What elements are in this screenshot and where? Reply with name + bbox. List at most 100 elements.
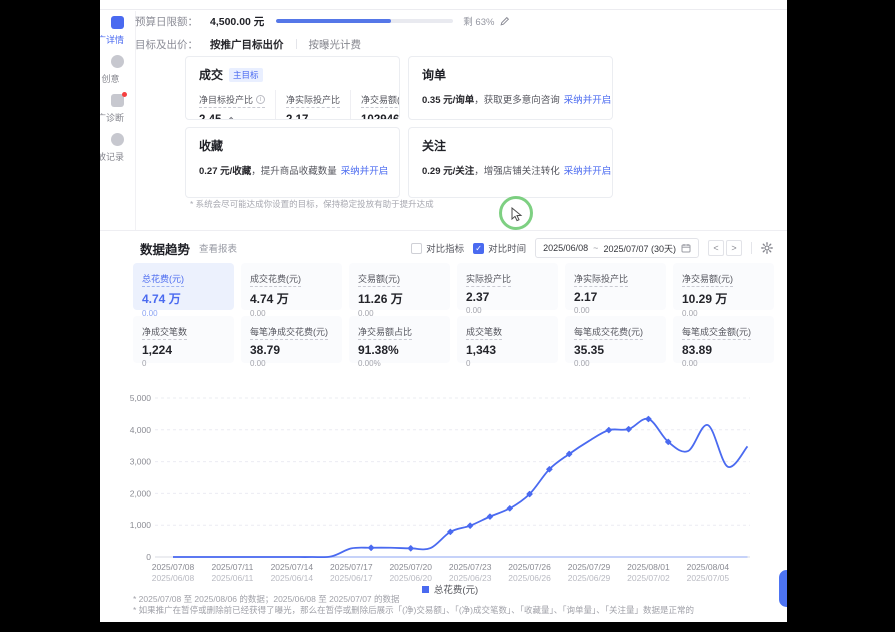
metric-value: 38.79 <box>250 343 333 357</box>
y-axis-tick: 5,000 <box>130 393 152 403</box>
y-axis-tick: 2,000 <box>130 488 152 498</box>
budget-label: 预算日限额： <box>135 14 198 29</box>
metric-compare-value: 0.00 <box>574 359 657 368</box>
data-point-marker[interactable] <box>487 513 494 520</box>
goal-card-suggestion[interactable]: 收藏0.27 元/收藏，提升商品收藏数量采纳并开启 <box>185 127 400 198</box>
metric-card[interactable]: 交易额(元)11.26 万0.00 <box>349 263 450 310</box>
view-report-link[interactable]: 查看报表 <box>199 241 237 255</box>
metric-label: 净成交笔数 <box>142 325 187 340</box>
x-axis-tick: 2025/07/20 <box>389 562 432 572</box>
metric-compare-value: 0.00 <box>250 359 333 368</box>
goal-stat: 净实际投产比2.17 <box>286 90 351 120</box>
gear-icon[interactable] <box>761 242 773 254</box>
metric-value: 2.37 <box>466 290 549 304</box>
goal-stat-value: 2.45 <box>199 114 265 120</box>
tab-bid-by-impression[interactable]: 按曝光计费 <box>309 37 362 52</box>
data-point-marker[interactable] <box>467 522 474 529</box>
x-axis-tick: 2025/08/04 <box>687 562 730 572</box>
budget-edit-icon[interactable] <box>500 16 510 26</box>
metric-label: 净实际投产比 <box>574 272 628 287</box>
sidebar-item-label: 放记录 <box>100 150 136 163</box>
metric-card[interactable]: 净交易额(元)10.29 万0.00 <box>673 263 774 310</box>
goal-card-desc: 0.35 元/询单，获取更多意向咨询采纳并开启 <box>422 92 599 106</box>
sidebar-item-diagnosis[interactable]: 广诊断 <box>100 94 136 124</box>
prev-period-button[interactable]: < <box>708 240 724 256</box>
metric-card[interactable]: 总花费(元)4.74 万0.00 <box>133 263 234 310</box>
metric-value: 4.74 万 <box>250 290 333 307</box>
data-point-marker[interactable] <box>605 427 612 434</box>
date-end: 2025/07/07 (30天) <box>603 242 676 255</box>
goal-card-suggestion[interactable]: 关注0.29 元/关注，增强店铺关注转化采纳并开启 <box>408 127 613 198</box>
calendar-icon <box>681 243 691 253</box>
date-pager: < > <box>708 240 742 256</box>
y-axis-tick: 0 <box>146 552 151 562</box>
metric-label: 每笔成交花费(元) <box>574 325 643 340</box>
goal-stat: 净交易额(元)102946.60 <box>361 90 400 120</box>
system-footnote: * 系统会尽可能达成你设置的目标，保持稳定投放有助于提升达成 <box>190 198 434 210</box>
sidebar-item-creative[interactable]: 创意 <box>100 55 136 85</box>
adopt-and-enable-link[interactable]: 采纳并开启 <box>564 95 612 106</box>
metric-value: 83.89 <box>682 343 765 357</box>
y-axis-tick: 3,000 <box>130 457 152 467</box>
edit-icon[interactable] <box>225 116 234 121</box>
budget-progress-bar <box>276 19 453 23</box>
metric-label: 交易额(元) <box>358 272 400 287</box>
goal-card-main[interactable]: 成交 主目标 净目标投产比i2.45净实际投产比2.17净交易额(元)10294… <box>185 56 400 120</box>
metric-value: 11.26 万 <box>358 290 441 307</box>
date-separator: ~ <box>593 243 598 253</box>
metric-compare-value: 0.00 <box>466 306 549 315</box>
metric-card[interactable]: 实际投产比2.370.00 <box>457 263 558 310</box>
checkbox-icon[interactable]: ✓ <box>473 243 484 254</box>
metric-compare-value: 0.00 <box>682 359 765 368</box>
sidebar-item-label: 广详情 <box>100 33 136 46</box>
metric-card[interactable]: 净交易额占比91.38%0.00% <box>349 316 450 363</box>
metric-label: 每笔净成交花费(元) <box>250 325 328 340</box>
metric-label: 实际投产比 <box>466 272 511 287</box>
goal-card-suggestion[interactable]: 询单 0.35 元/询单，获取更多意向咨询采纳并开启 <box>408 56 613 120</box>
metric-card[interactable]: 每笔成交金额(元)83.890.00 <box>673 316 774 363</box>
metric-card[interactable]: 净成交笔数1,2240 <box>133 316 234 363</box>
floating-side-button[interactable] <box>779 570 787 607</box>
metric-compare-value: 0 <box>466 359 549 368</box>
data-point-marker[interactable] <box>407 545 414 552</box>
metric-card[interactable]: 每笔成交花费(元)35.350.00 <box>565 316 666 363</box>
tab-bid-by-goal[interactable]: 按推广目标出价 <box>210 37 284 52</box>
x-axis-tick: 2025/07/11 <box>211 562 253 572</box>
x-axis-tick: 2025/07/08 <box>152 562 195 572</box>
budget-row: 预算日限额： 4,500.00 元 剩 63% <box>135 14 510 28</box>
goal-card-title: 询单 <box>422 66 599 83</box>
tab-divider <box>296 39 297 49</box>
checkbox-icon[interactable] <box>411 243 422 254</box>
app-window: 广详情创意广诊断放记录 预算日限额： 4,500.00 元 剩 63% 目标及出… <box>100 0 787 622</box>
adopt-and-enable-link[interactable]: 采纳并开启 <box>564 166 612 177</box>
goal-cards-grid: 成交 主目标 净目标投产比i2.45净实际投产比2.17净交易额(元)10294… <box>185 56 613 198</box>
info-icon[interactable]: i <box>256 95 265 104</box>
sidebar-item-promo-detail[interactable]: 广详情 <box>100 16 136 46</box>
metric-label: 成交花费(元) <box>250 272 301 287</box>
desktop-background: 广详情创意广诊断放记录 预算日限额： 4,500.00 元 剩 63% 目标及出… <box>0 0 895 632</box>
metric-card[interactable]: 净实际投产比2.170.00 <box>565 263 666 310</box>
adopt-and-enable-link[interactable]: 采纳并开启 <box>341 166 389 177</box>
x-axis-tick: 2025/07/26 <box>508 562 551 572</box>
data-point-marker[interactable] <box>625 426 632 433</box>
metric-value: 1,343 <box>466 343 549 357</box>
compare-metric-label: 对比指标 <box>426 241 464 255</box>
compare-time-checkbox[interactable]: ✓ 对比时间 <box>473 241 526 255</box>
goal-card-desc: 0.27 元/收藏，提升商品收藏数量采纳并开启 <box>199 163 386 177</box>
metric-card[interactable]: 成交笔数1,3430 <box>457 316 558 363</box>
data-point-marker[interactable] <box>368 544 375 551</box>
trend-chart: 01,0002,0003,0004,0005,0002025/07/082025… <box>125 384 775 584</box>
x-axis-tick: 2025/07/29 <box>568 562 611 572</box>
compare-metric-checkbox[interactable]: 对比指标 <box>411 241 464 255</box>
goal-stat: 净目标投产比i2.45 <box>199 90 276 120</box>
date-range-picker[interactable]: 2025/06/08 ~ 2025/07/07 (30天) <box>535 238 699 258</box>
x-axis-tick: 2025/07/14 <box>271 562 314 572</box>
y-axis-tick: 4,000 <box>130 425 152 435</box>
metric-card[interactable]: 每笔净成交花费(元)38.790.00 <box>241 316 342 363</box>
metric-card[interactable]: 成交花费(元)4.74 万0.00 <box>241 263 342 310</box>
history-icon <box>111 133 124 146</box>
next-period-button[interactable]: > <box>726 240 742 256</box>
goal-stat-label: 净交易额(元) <box>361 93 400 108</box>
goal-card-stats: 净目标投产比i2.45净实际投产比2.17净交易额(元)102946.60 <box>199 90 386 120</box>
sidebar-item-history[interactable]: 放记录 <box>100 133 136 163</box>
